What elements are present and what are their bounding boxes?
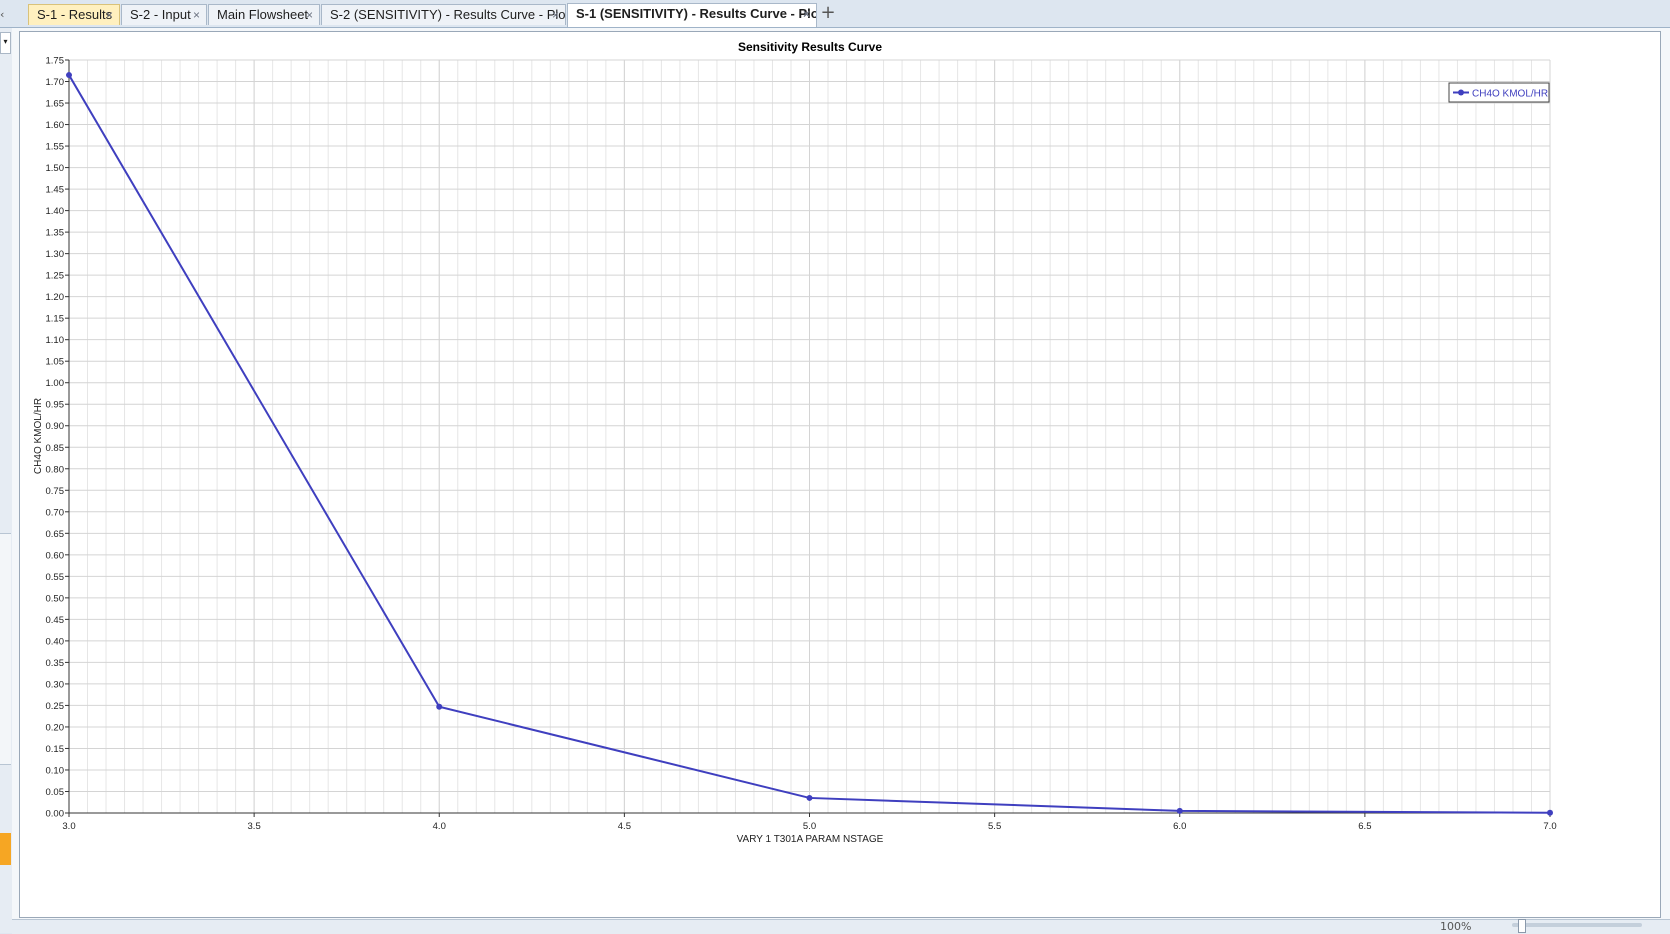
y-tick-label: 1.25	[46, 271, 65, 282]
x-tick-label: 7.0	[1543, 821, 1556, 832]
data-point	[436, 703, 443, 710]
y-tick-label: 1.00	[46, 378, 65, 389]
tab-s2-input[interactable]: S-2 - Input ×	[121, 4, 207, 25]
chart-frame: 0.00 0.05 0.10 0.15 0.20 0.25 0.30 0.35 0.40 0.45…	[19, 31, 1661, 918]
y-tick-label: 1.75	[46, 56, 65, 67]
y-tick-label: 0.20	[46, 722, 65, 733]
tab-label: S-2 (SENSITIVITY) - Results Curve - Plot	[330, 7, 566, 22]
x-tick-label: 3.0	[62, 821, 75, 832]
y-tick-label: 1.55	[46, 142, 65, 153]
tab-s1-sensitivity-plot[interactable]: S-1 (SENSITIVITY) - Results Curve - Plot…	[567, 3, 817, 27]
close-icon[interactable]: ×	[552, 5, 559, 25]
add-tab-icon[interactable]: +	[818, 2, 838, 24]
y-tick-label: 1.45	[46, 185, 65, 196]
x-tick-label: 6.5	[1358, 821, 1371, 832]
x-tick-label: 3.5	[248, 821, 261, 832]
zoom-slider[interactable]	[1512, 923, 1642, 927]
y-tick-label: 1.20	[46, 292, 65, 303]
x-tick-label: 6.0	[1173, 821, 1186, 832]
tab-label: S-1 (SENSITIVITY) - Results Curve - Plot	[576, 6, 817, 21]
y-tick-label: 0.95	[46, 400, 65, 411]
document-tab-bar: ‹ S-1 - Results × S-2 - Input × Main Flo…	[0, 0, 1670, 28]
y-tick-label: 1.05	[46, 357, 65, 368]
y-tick-label: 0.60	[46, 550, 65, 561]
y-tick-label: 0.50	[46, 593, 65, 604]
y-tick-label: 0.85	[46, 443, 65, 454]
y-tick-label: 1.30	[46, 249, 65, 260]
y-tick-label: 1.10	[46, 335, 65, 346]
pane-splitter[interactable]	[0, 533, 11, 765]
y-axis-label: CH4O KMOL/HR	[33, 398, 44, 474]
y-tick-label: 0.80	[46, 464, 65, 475]
y-tick-label: 0.70	[46, 507, 65, 518]
y-tick-label: 1.65	[46, 99, 65, 110]
y-tick-label: 0.45	[46, 615, 65, 626]
tab-label: S-2 - Input	[130, 7, 191, 22]
legend-series-dot	[1458, 89, 1464, 96]
zoom-level: 100%	[1440, 920, 1472, 933]
y-tick-label: 1.40	[46, 206, 65, 217]
tab-s1-results[interactable]: S-1 - Results ×	[28, 4, 120, 25]
chart-title: Sensitivity Results Curve	[738, 40, 882, 54]
y-axis: 0.00 0.05 0.10 0.15 0.20 0.25 0.30 0.35 0.40 0.45…	[46, 56, 70, 820]
chart-legend[interactable]: CH4O KMOL/HR	[1448, 82, 1550, 103]
tab-label: S-1 - Results	[37, 7, 113, 22]
dropdown-icon[interactable]: ▾	[0, 32, 11, 54]
y-tick-label: 1.50	[46, 163, 65, 174]
tab-main-flowsheet[interactable]: Main Flowsheet ×	[208, 4, 320, 25]
y-tick-label: 0.10	[46, 765, 65, 776]
close-icon[interactable]: ×	[193, 5, 200, 25]
highlighted-pane-tab[interactable]	[0, 833, 11, 865]
y-tick-label: 0.40	[46, 636, 65, 647]
y-tick-label: 1.70	[46, 77, 65, 88]
x-axis: 3.0 3.5 4.0 4.5 5.0 5.5 6.0 6.5 7.0	[62, 812, 1557, 832]
legend-series-label: CH4O KMOL/HR	[1472, 89, 1548, 100]
y-tick-label: 1.15	[46, 314, 65, 325]
x-tick-label: 4.0	[433, 821, 446, 832]
y-tick-label: 0.25	[46, 701, 65, 712]
close-icon[interactable]: ×	[106, 5, 113, 25]
data-point	[1176, 807, 1183, 814]
x-tick-label: 5.5	[988, 821, 1001, 832]
close-icon[interactable]: ×	[803, 4, 810, 24]
close-icon[interactable]: ×	[306, 5, 313, 25]
tab-label: Main Flowsheet	[217, 7, 309, 22]
tab-s2-sensitivity-plot[interactable]: S-2 (SENSITIVITY) - Results Curve - Plot…	[321, 4, 566, 25]
y-tick-label: 0.35	[46, 658, 65, 669]
zoom-slider-thumb[interactable]	[1518, 919, 1526, 933]
plot-panel: 0.00 0.05 0.10 0.15 0.20 0.25 0.30 0.35 0.40 0.45…	[12, 28, 1670, 933]
y-tick-label: 0.00	[46, 809, 65, 820]
y-tick-label: 0.55	[46, 572, 65, 583]
data-point	[1547, 809, 1553, 816]
y-tick-label: 1.35	[46, 228, 65, 239]
data-point	[66, 72, 72, 79]
sensitivity-chart: 0.00 0.05 0.10 0.15 0.20 0.25 0.30 0.35 0.40 0.45…	[33, 40, 1557, 845]
y-tick-label: 0.05	[46, 787, 65, 798]
x-tick-label: 5.0	[803, 821, 816, 832]
data-point	[806, 794, 813, 801]
x-axis-label: VARY 1 T301A PARAM NSTAGE	[737, 834, 884, 845]
x-tick-label: 4.5	[618, 821, 631, 832]
y-tick-label: 0.30	[46, 679, 65, 690]
y-tick-label: 0.75	[46, 486, 65, 497]
y-tick-label: 0.65	[46, 529, 65, 540]
scroll-left-icon[interactable]: ‹	[0, 8, 10, 21]
y-tick-label: 0.90	[46, 421, 65, 432]
y-tick-label: 1.60	[46, 120, 65, 131]
status-bar: 100%	[12, 919, 1670, 934]
y-tick-label: 0.15	[46, 744, 65, 755]
